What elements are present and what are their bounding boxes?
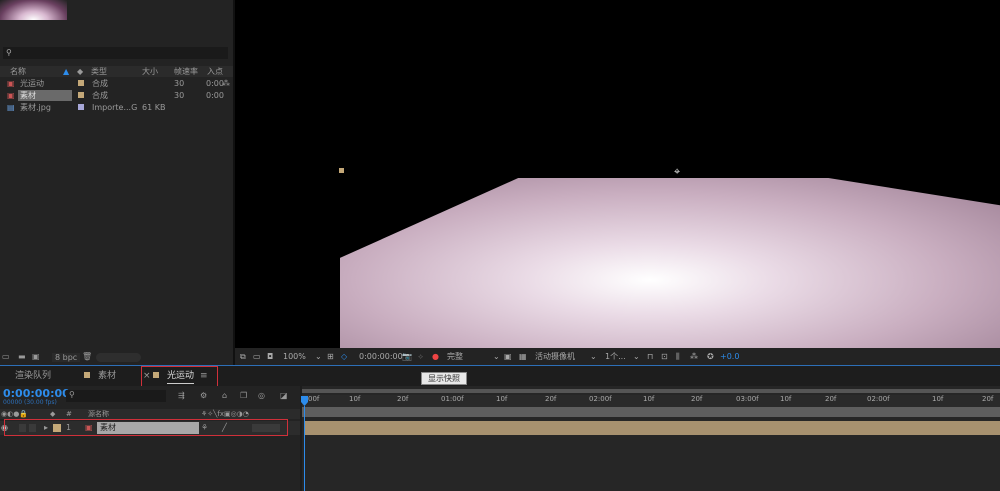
label-icon: ◆ <box>77 67 84 76</box>
ruler-tick: 20f <box>825 395 837 403</box>
highlight-box <box>141 366 218 388</box>
timeline-layer-panel: 0:00:00:00 00000 (30.00 fps) ⚲ ⇶ ⚙ ⌂ ❐ ◎… <box>0 386 300 491</box>
sort-icon[interactable]: ▲ <box>63 66 69 77</box>
chevron-down-icon[interactable]: ⌄ <box>590 348 597 365</box>
zoom-dropdown[interactable]: 100% <box>283 348 306 365</box>
project-column-headers: 名称 ▲ ◆ 类型 大小 帧速率 入点 <box>0 66 233 77</box>
tooltip: 显示快照 <box>421 372 467 385</box>
ruler-tick: 10f <box>349 395 361 403</box>
snapshot-icon[interactable]: 📷 <box>402 348 412 365</box>
ruler-tick: 10f <box>643 395 655 403</box>
color-channel-icon[interactable]: ● <box>432 348 439 365</box>
tab-render-queue[interactable]: 渲染队列 <box>15 366 51 386</box>
reset-exposure-icon[interactable]: ✪ <box>707 348 714 365</box>
interpret-footage-icon[interactable]: ▭ <box>2 352 10 361</box>
switches-icons: ⚘✧╲fx▣◎◑◔ <box>201 410 249 418</box>
delete-icon[interactable]: 🗑 <box>82 352 92 361</box>
mask-visibility-icon[interactable]: ◇ <box>341 348 347 365</box>
toggle-timeline-icon[interactable]: ⊡ <box>661 348 668 365</box>
highlight-box <box>4 419 288 436</box>
ruler-tick: 01:00f <box>441 395 464 403</box>
current-time-indicator <box>304 406 305 491</box>
frame-blending-icon[interactable]: ❐ <box>240 391 247 400</box>
viewer-toolbar: ⧉ ▭ ◘ 100% ⌄ ⊞ ◇ 0:00:00:00 📷 ⟡ ● 完整 ⌄ ▣… <box>235 348 1000 365</box>
project-scrollbar[interactable] <box>96 353 141 362</box>
ruler-tick: 20f <box>982 395 994 403</box>
col-type[interactable]: 类型 <box>91 66 107 77</box>
ruler-tick: 10f <box>932 395 944 403</box>
project-search-input[interactable]: ⚲ <box>3 47 228 59</box>
col-size[interactable]: 大小 <box>142 66 158 77</box>
flowchart-icon[interactable]: ⁂ <box>690 348 698 365</box>
layer-handle[interactable] <box>339 168 344 173</box>
layer-column-headers: ◉◐●🔒 ◆ # 源名称 ⚘✧╲fx▣◎◑◔ <box>0 409 300 419</box>
new-composition-icon[interactable]: ▣ <box>32 352 40 361</box>
views-dropdown[interactable]: 1个... <box>605 348 626 365</box>
preview-thumbnail <box>0 0 67 20</box>
project-item[interactable]: ▤ 素材.jpg Importe...G 61 KB <box>0 102 233 113</box>
monitor-icon[interactable]: ▭ <box>253 348 261 365</box>
draft-3d-icon[interactable]: ⚙ <box>200 391 207 400</box>
time-ruler[interactable]: 00f 10f 20f 01:00f 10f 20f 02:00f 10f 20… <box>302 395 1000 407</box>
layer-search-input[interactable]: ⚲ <box>66 390 166 402</box>
fast-preview-icon[interactable]: ⊓ <box>647 348 653 365</box>
ruler-tick: 02:00f <box>867 395 890 403</box>
bpc-button[interactable]: 8 bpc <box>52 353 81 362</box>
exposure-value[interactable]: +0.0 <box>720 348 739 365</box>
motion-blur-icon[interactable]: ◎ <box>258 391 265 400</box>
layer-duration-bar[interactable] <box>304 421 1000 435</box>
ruler-tick: 20f <box>397 395 409 403</box>
frame-count: 00000 (30.00 fps) <box>3 399 57 406</box>
image-file-icon: ▤ <box>7 103 15 112</box>
ruler-tick: 20f <box>545 395 557 403</box>
work-area-bar[interactable] <box>302 407 1000 417</box>
label-icon: ◆ <box>50 410 56 418</box>
composition-icon: ▣ <box>7 79 15 88</box>
project-footer: ▭ ▬ ▣ 8 bpc 🗑 <box>0 352 233 363</box>
new-folder-icon[interactable]: ▬ <box>18 352 26 361</box>
chevron-down-icon[interactable]: ⌄ <box>633 348 640 365</box>
graph-editor-icon[interactable]: ◪ <box>280 391 288 400</box>
ruler-tick: 10f <box>496 395 508 403</box>
project-item[interactable]: ▣ 光运动 合成 30 0:00 ⁂ <box>0 78 233 89</box>
camera-dropdown[interactable]: 活动摄像机 <box>535 348 575 365</box>
project-panel: ⚲ 名称 ▲ ◆ 类型 大小 帧速率 入点 ▣ 光运动 合成 30 0:00 ⁂… <box>0 0 233 365</box>
chevron-down-icon[interactable]: ⌄ <box>493 348 500 365</box>
transparency-grid-icon[interactable]: ▦ <box>519 348 527 365</box>
comp-flowchart-icon[interactable]: ⫼ <box>676 348 680 365</box>
flowchart-icon[interactable]: ⁂ <box>222 78 230 89</box>
col-fps[interactable]: 帧速率 <box>174 66 198 77</box>
composition-icon: ▣ <box>7 91 15 100</box>
resolution-dropdown[interactable]: 完整 <box>447 348 463 365</box>
visibility-icon[interactable]: ◉◐●🔒 <box>1 409 28 419</box>
ruler-tick: 02:00f <box>589 395 612 403</box>
ruler-tick: 10f <box>780 395 792 403</box>
always-preview-icon[interactable]: ⧉ <box>240 348 246 365</box>
tab-material[interactable]: 素材 <box>98 366 116 386</box>
viewer-timecode[interactable]: 0:00:00:00 <box>359 348 403 365</box>
ruler-tick: 03:00f <box>736 395 759 403</box>
timeline-zoom-bar[interactable] <box>302 389 1000 393</box>
col-name[interactable]: 名称 <box>10 66 26 77</box>
project-item[interactable]: ▣ 素材 合成 30 0:00 <box>0 90 233 101</box>
grid-icon[interactable]: ⊞ <box>327 348 334 365</box>
vr-icon[interactable]: ◘ <box>267 348 273 365</box>
ruler-tick: 00f <box>308 395 320 403</box>
ruler-tick: 20f <box>691 395 703 403</box>
chevron-down-icon[interactable]: ⌄ <box>315 348 322 365</box>
region-of-interest-icon[interactable]: ▣ <box>504 348 512 365</box>
comp-mini-flowchart-icon[interactable]: ⇶ <box>178 391 185 400</box>
point-of-interest-icon[interactable]: ⌖ <box>674 165 680 179</box>
source-name-header[interactable]: 源名称 <box>88 409 109 419</box>
shy-icon[interactable]: ⌂ <box>222 391 227 400</box>
show-snapshot-icon[interactable]: ⟡ <box>418 348 423 365</box>
col-in[interactable]: 入点 <box>207 66 223 77</box>
